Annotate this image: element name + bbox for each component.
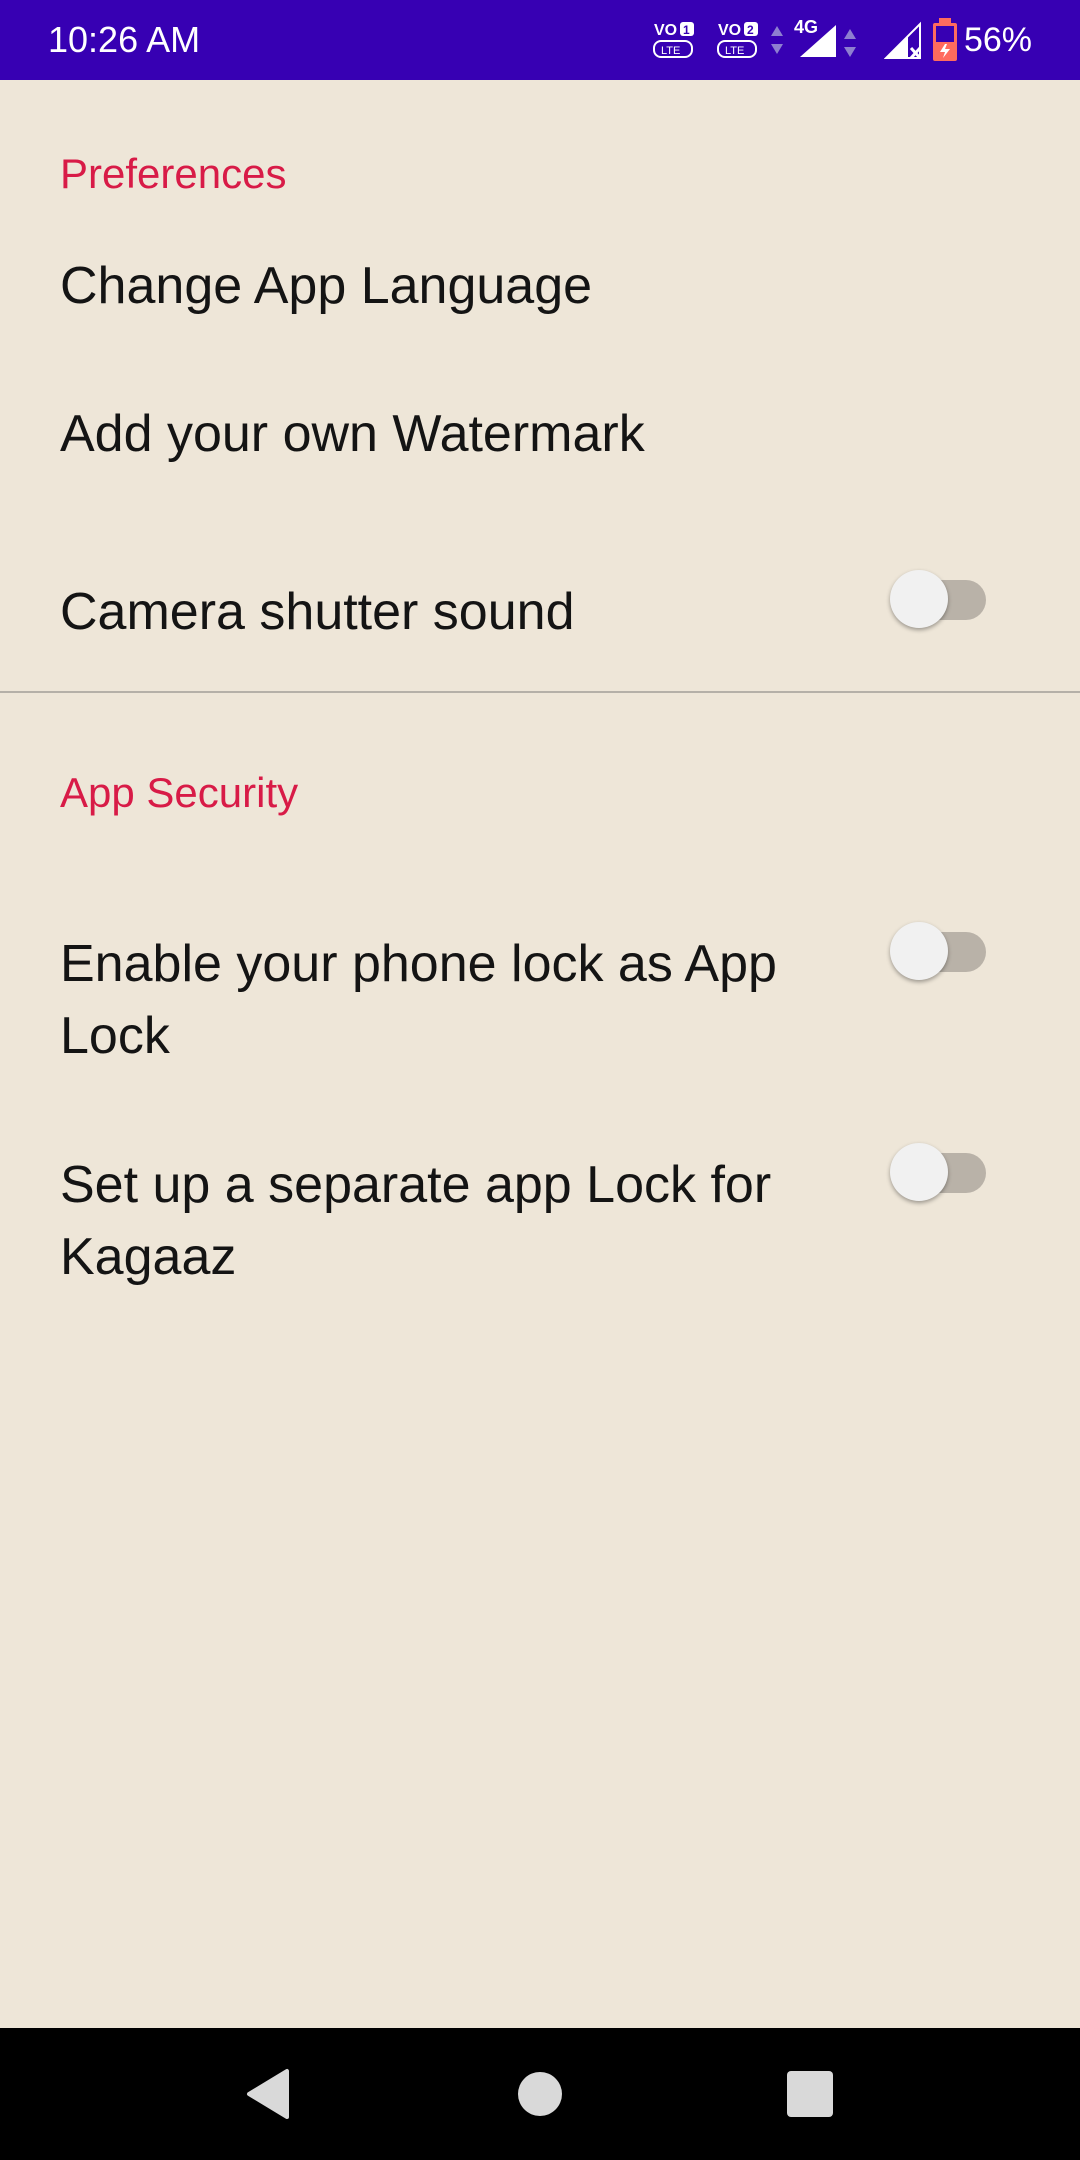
settings-list: Preferences Change App Language Add your… xyxy=(0,80,1080,2028)
svg-text:2: 2 xyxy=(747,23,754,37)
switch-thumb xyxy=(890,922,948,980)
back-icon xyxy=(247,2069,289,2119)
switch-thumb xyxy=(890,1143,948,1201)
switch-thumb xyxy=(890,570,948,628)
sim2-volte-icon: VO 2 LTE xyxy=(716,0,760,80)
camera-shutter-sound-switch[interactable] xyxy=(890,568,988,630)
pref-separate-app-lock[interactable]: Set up a separate app Lock for Kagaaz xyxy=(60,1149,840,1293)
preferences-header: Preferences xyxy=(60,150,287,197)
pref-add-watermark[interactable]: Add your own Watermark xyxy=(60,398,840,470)
svg-text:4G: 4G xyxy=(794,17,818,37)
phone-lock-app-lock-switch[interactable] xyxy=(890,920,988,982)
status-bar: 10:26 AM VO 1 LTE VO 2 LTE 4G 56% xyxy=(0,0,1080,80)
recents-button[interactable] xyxy=(750,2028,870,2160)
separate-app-lock-switch[interactable] xyxy=(890,1141,988,1203)
battery-percent: 56% xyxy=(963,21,1032,59)
home-button[interactable] xyxy=(480,2028,600,2160)
pref-change-app-language[interactable]: Change App Language xyxy=(60,250,840,322)
signal-no-service-icon xyxy=(884,0,924,80)
data-activity-icon xyxy=(770,0,784,80)
app-security-header: App Security xyxy=(60,769,299,816)
section-divider xyxy=(0,691,1080,693)
home-icon xyxy=(518,2072,562,2116)
svg-text:LTE: LTE xyxy=(725,45,744,57)
svg-text:VO: VO xyxy=(718,22,741,39)
pref-camera-shutter-sound[interactable]: Camera shutter sound xyxy=(60,576,840,648)
svg-text:1: 1 xyxy=(683,23,690,37)
recents-icon xyxy=(787,2071,833,2117)
pref-phone-lock-app-lock[interactable]: Enable your phone lock as App Lock xyxy=(60,928,840,1072)
signal-4g-icon: 4G xyxy=(792,0,862,80)
battery-charging-icon xyxy=(930,0,960,80)
svg-text:LTE: LTE xyxy=(661,45,680,57)
svg-text:VO: VO xyxy=(654,22,677,39)
sim1-volte-icon: VO 1 LTE xyxy=(652,0,696,80)
status-time: 10:26 AM xyxy=(48,19,201,60)
back-button[interactable] xyxy=(208,2028,328,2160)
navigation-bar xyxy=(0,2028,1080,2160)
